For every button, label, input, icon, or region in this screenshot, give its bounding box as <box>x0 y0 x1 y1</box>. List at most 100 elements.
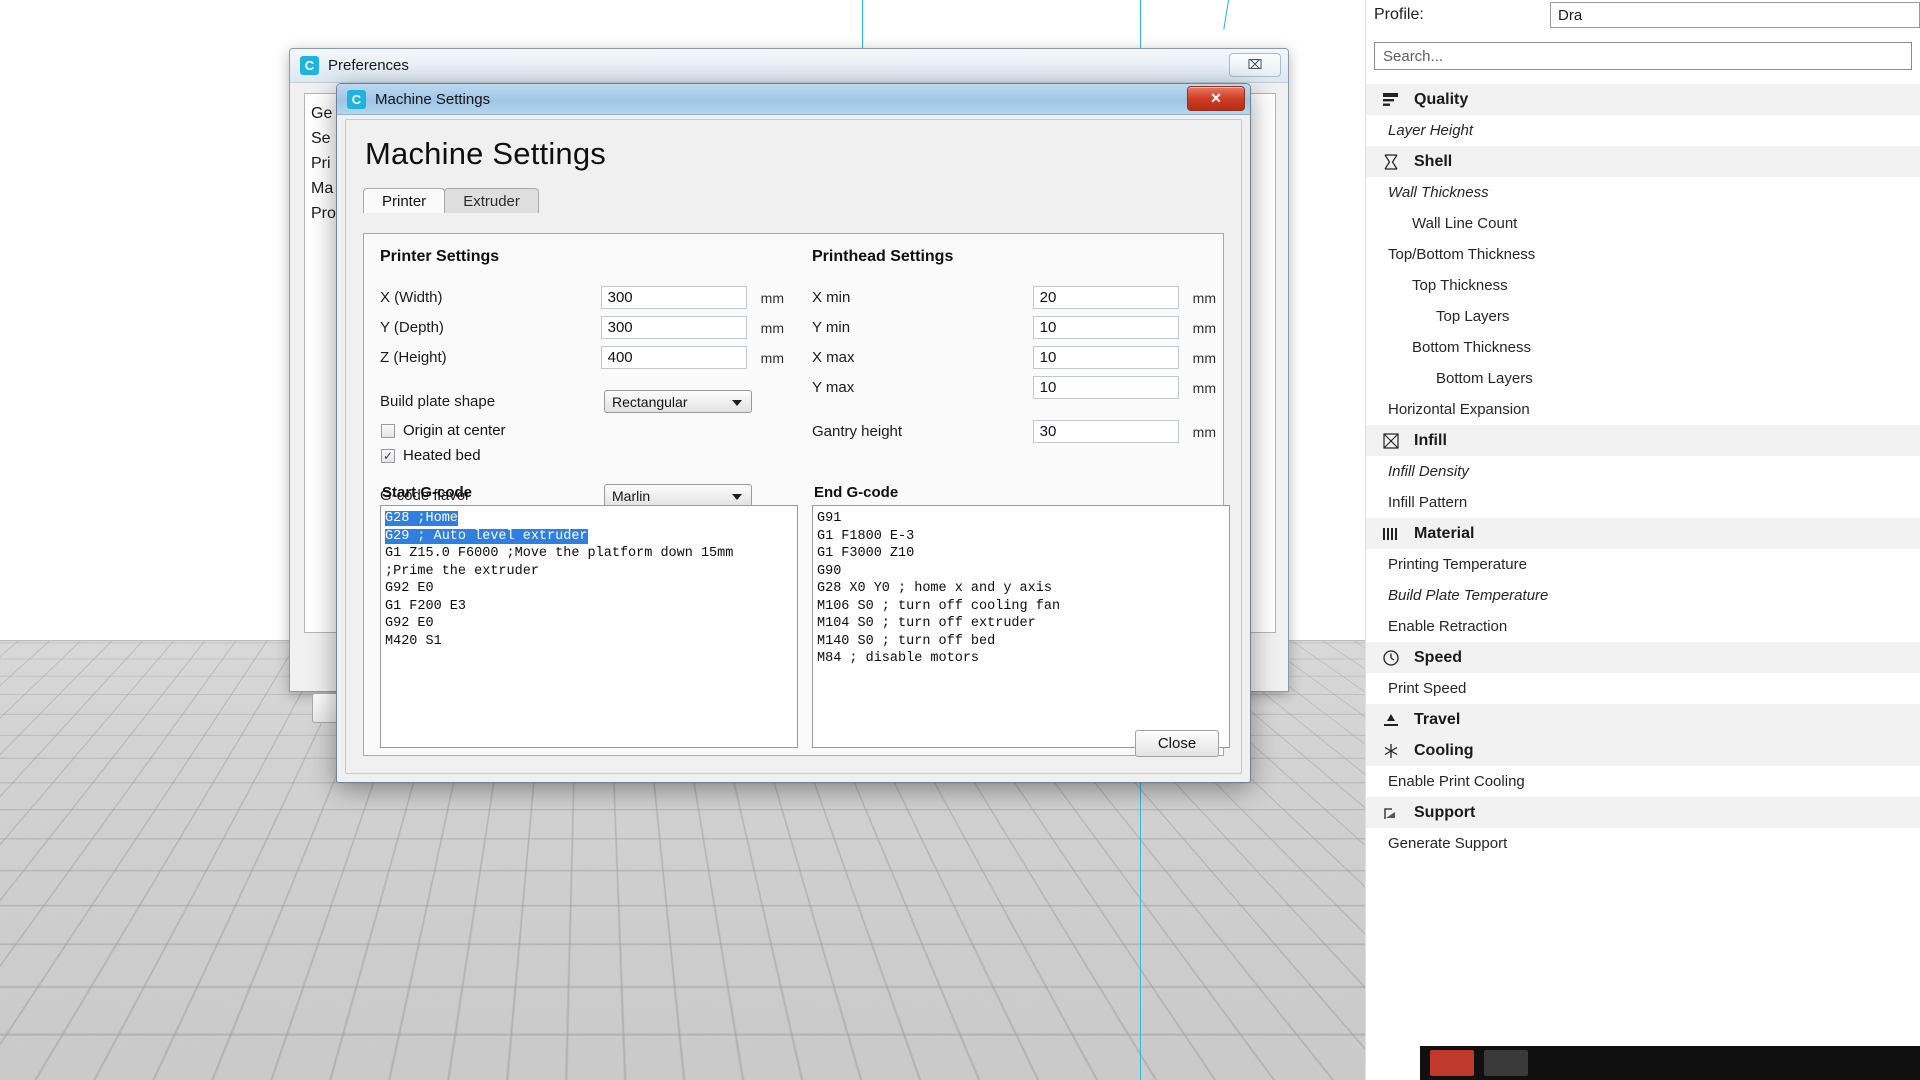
x-width-input[interactable]: 300 <box>601 286 747 309</box>
field-gantry-height: Gantry height 30 mm <box>812 419 1216 444</box>
setting-label: Top Layers <box>1436 308 1509 325</box>
setting-row[interactable]: Bottom Layers <box>1366 363 1920 394</box>
setting-label: Infill Density <box>1388 463 1469 480</box>
unit-label: mm <box>751 290 784 306</box>
settings-category-label: Infill <box>1414 432 1447 450</box>
settings-category-speed[interactable]: Speed <box>1366 642 1920 673</box>
setting-label: Infill Pattern <box>1388 494 1467 511</box>
setting-row[interactable]: Build Plate Temperature <box>1366 580 1920 611</box>
setting-label: Top/Bottom Thickness <box>1388 246 1535 263</box>
setting-row[interactable]: Printing Temperature <box>1366 549 1920 580</box>
origin-at-center-checkbox[interactable] <box>381 424 395 438</box>
field-build-plate-shape: Build plate shape Rectangular <box>380 389 784 414</box>
cooling-icon <box>1380 741 1402 761</box>
field-y-min: Y min 10 mm <box>812 315 1216 340</box>
machine-settings-window-title: Machine Settings <box>375 91 490 108</box>
settings-category-infill[interactable]: Infill <box>1366 425 1920 456</box>
gcode-editors: Start G-code G28 ;Home G29 ; Auto level … <box>380 484 1230 748</box>
end-gcode-textarea[interactable]: G91 G1 F1800 E-3 G1 F3000 Z10 G90 G28 X0… <box>812 505 1230 748</box>
tab-extruder[interactable]: Extruder <box>444 188 539 213</box>
gcode-line: M140 S0 ; turn off bed <box>817 634 995 649</box>
settings-category-travel[interactable]: Travel <box>1366 704 1920 735</box>
settings-category-shell[interactable]: Shell <box>1366 146 1920 177</box>
travel-icon <box>1380 710 1402 730</box>
field-label: X (Width) <box>380 289 601 306</box>
setting-row[interactable]: Print Speed <box>1366 673 1920 704</box>
machine-settings-tabs: Printer Extruder <box>363 188 1241 213</box>
taskbar-app-icon[interactable] <box>1484 1050 1528 1076</box>
settings-list: Quality Layer Height Shell Wall Thickness Wa… <box>1366 84 1920 859</box>
setting-label: Horizontal Expansion <box>1388 401 1530 418</box>
y-depth-input[interactable]: 300 <box>601 316 747 339</box>
setting-row[interactable]: Layer Height <box>1366 115 1920 146</box>
unit-label: mm <box>1183 424 1216 440</box>
setting-label: Enable Print Cooling <box>1388 773 1525 790</box>
settings-category-label: Quality <box>1414 91 1468 109</box>
y-min-input[interactable]: 10 <box>1033 316 1179 339</box>
machine-settings-titlebar[interactable]: C Machine Settings ✕ <box>337 84 1250 115</box>
setting-row[interactable]: Horizontal Expansion <box>1366 394 1920 425</box>
settings-category-cooling[interactable]: Cooling <box>1366 735 1920 766</box>
end-gcode-group: End G-code G91 G1 F1800 E-3 G1 F3000 Z10… <box>812 484 1230 748</box>
profile-select[interactable]: Dra <box>1550 2 1920 28</box>
material-icon <box>1380 524 1402 544</box>
y-max-input[interactable]: 10 <box>1033 376 1179 399</box>
settings-category-quality[interactable]: Quality <box>1366 84 1920 115</box>
unit-label: mm <box>751 350 784 366</box>
gcode-line: G92 E0 <box>385 581 434 596</box>
setting-row[interactable]: Generate Support <box>1366 828 1920 859</box>
start-gcode-group: Start G-code G28 ;Home G29 ; Auto level … <box>380 484 798 748</box>
setting-row[interactable]: Top Thickness <box>1366 270 1920 301</box>
end-gcode-title: End G-code <box>814 484 1230 501</box>
field-label: X min <box>812 289 1033 306</box>
settings-category-label: Material <box>1414 525 1474 543</box>
setting-label: Print Speed <box>1388 680 1466 697</box>
field-x-min: X min 20 mm <box>812 285 1216 310</box>
setting-row[interactable]: Infill Pattern <box>1366 487 1920 518</box>
gcode-line: G90 <box>817 564 841 579</box>
settings-category-label: Travel <box>1414 711 1460 729</box>
settings-category-support[interactable]: Support <box>1366 797 1920 828</box>
setting-label: Generate Support <box>1388 835 1507 852</box>
x-max-input[interactable]: 10 <box>1033 346 1179 369</box>
origin-at-center-checkbox-row[interactable]: Origin at center <box>380 419 784 442</box>
close-button[interactable]: Close <box>1135 730 1219 757</box>
gantry-height-input[interactable]: 30 <box>1033 420 1179 443</box>
setting-row[interactable]: Top Layers <box>1366 301 1920 332</box>
machine-settings-close-icon[interactable]: ✕ <box>1187 86 1245 111</box>
setting-row[interactable]: Enable Print Cooling <box>1366 766 1920 797</box>
machine-settings-window[interactable]: C Machine Settings ✕ Machine Settings Pr… <box>336 83 1251 783</box>
heated-bed-checkbox-row[interactable]: ✓ Heated bed <box>380 444 784 467</box>
taskbar-app-icon[interactable] <box>1430 1050 1474 1076</box>
setting-row[interactable]: Bottom Thickness <box>1366 332 1920 363</box>
setting-row[interactable]: Wall Line Count <box>1366 208 1920 239</box>
setting-row[interactable]: Enable Retraction <box>1366 611 1920 642</box>
settings-category-material[interactable]: Material <box>1366 518 1920 549</box>
heated-bed-label: Heated bed <box>403 447 481 464</box>
os-taskbar[interactable] <box>1420 1046 1920 1080</box>
heated-bed-checkbox[interactable]: ✓ <box>381 449 395 463</box>
setting-row[interactable]: Top/Bottom Thickness <box>1366 239 1920 270</box>
field-x-max: X max 10 mm <box>812 345 1216 370</box>
profile-label: Profile: <box>1374 6 1550 24</box>
field-label: X max <box>812 349 1033 366</box>
build-plate-shape-select[interactable]: Rectangular <box>604 390 752 413</box>
support-icon <box>1380 803 1402 823</box>
settings-category-label: Shell <box>1414 153 1452 171</box>
preferences-titlebar[interactable]: C Preferences ⌧ <box>290 49 1288 83</box>
setting-row[interactable]: Wall Thickness <box>1366 177 1920 208</box>
setting-label: Wall Line Count <box>1412 215 1517 232</box>
search-input[interactable]: Search... <box>1374 42 1912 70</box>
field-label: Gantry height <box>812 423 1033 440</box>
x-min-input[interactable]: 20 <box>1033 286 1179 309</box>
printer-tab-panel: Printer Settings X (Width) 300 mm Y (Dep… <box>363 233 1224 756</box>
z-height-input[interactable]: 400 <box>601 346 747 369</box>
gcode-line: G1 F3000 Z10 <box>817 546 914 561</box>
tab-printer[interactable]: Printer <box>363 188 445 213</box>
settings-category-label: Support <box>1414 804 1475 822</box>
setting-row[interactable]: Infill Density <box>1366 456 1920 487</box>
shell-icon <box>1380 152 1402 172</box>
preferences-close-button[interactable]: ⌧ <box>1229 53 1281 77</box>
start-gcode-textarea[interactable]: G28 ;Home G29 ; Auto level extruder G1 Z… <box>380 505 798 748</box>
gcode-line: G91 <box>817 511 841 526</box>
